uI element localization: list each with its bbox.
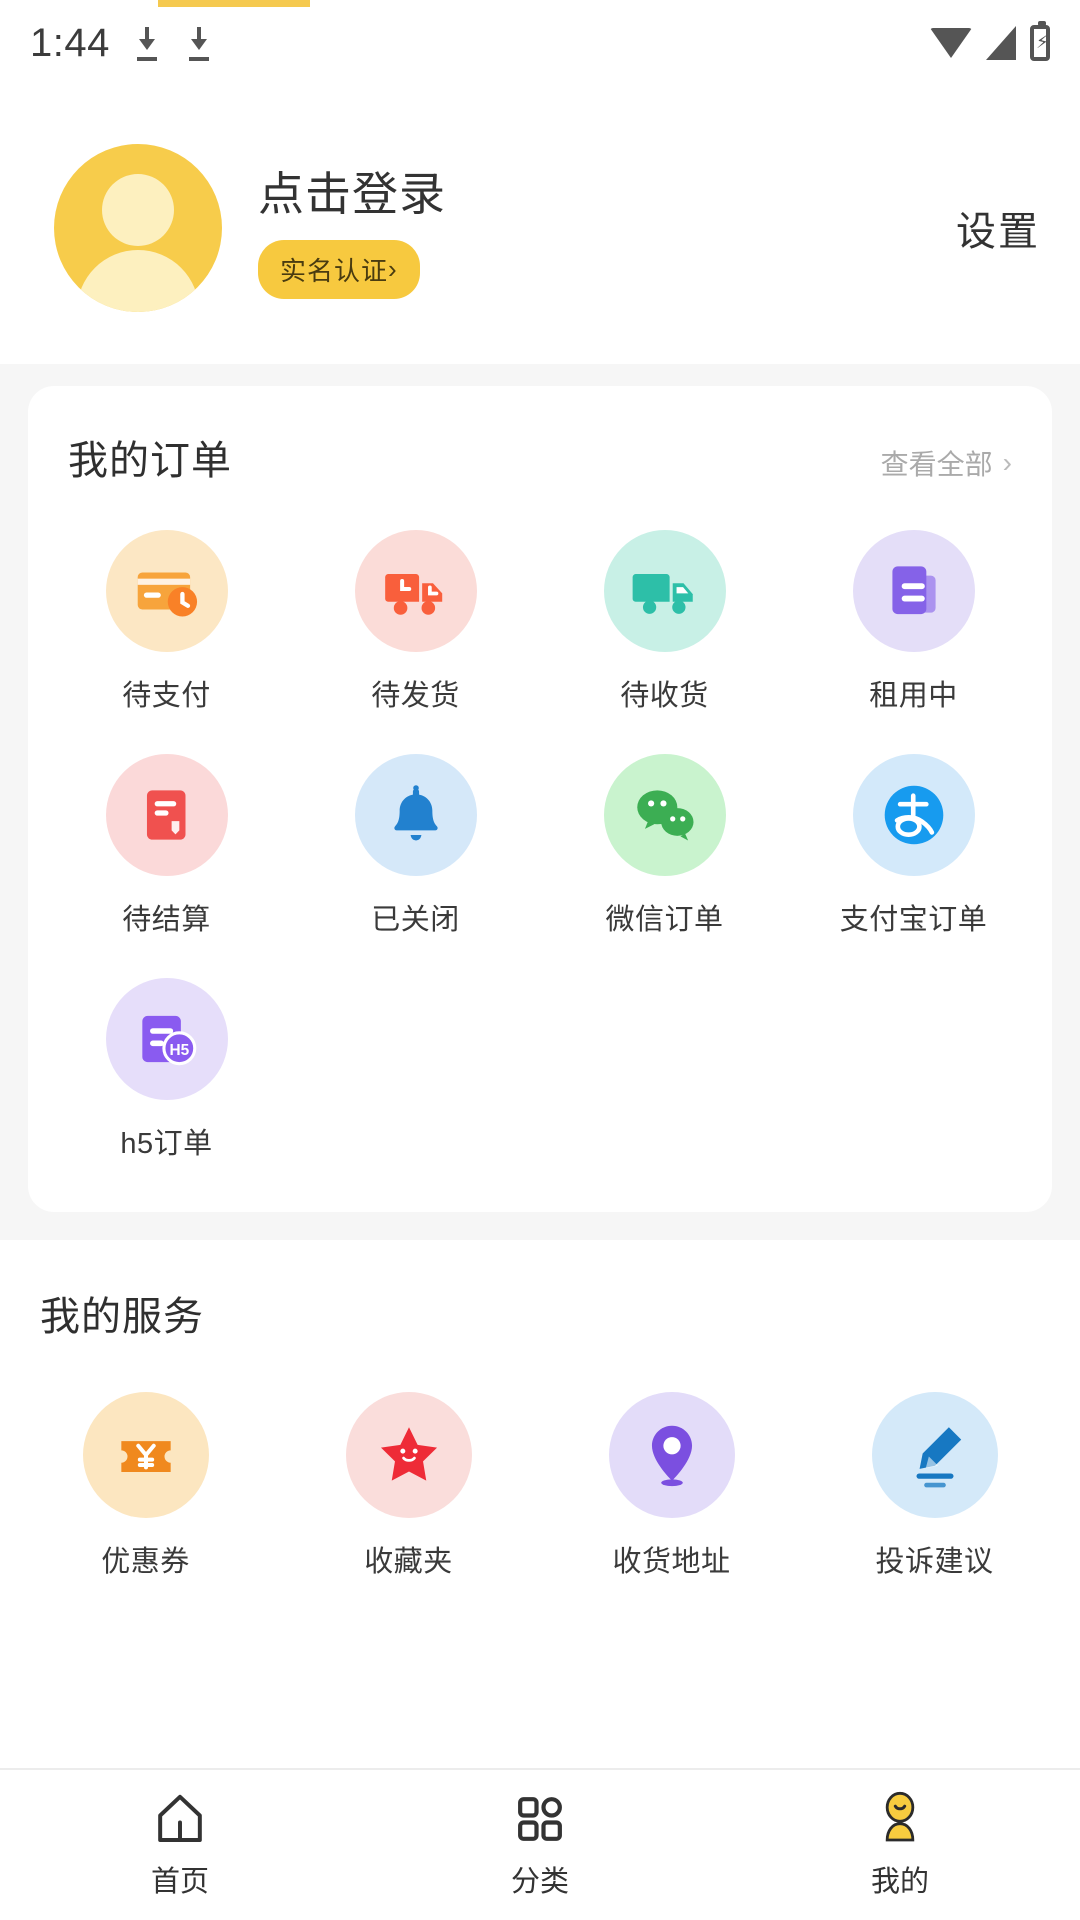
order-status-label: 待发货 bbox=[371, 680, 460, 712]
services-section: 我的服务 优惠券 收藏夹 收货地址 投诉建议 bbox=[0, 1240, 1080, 1616]
tab-label: 我的 bbox=[870, 1866, 929, 1898]
avatar-body-shape bbox=[77, 250, 199, 312]
order-status-item[interactable]: 待收货 bbox=[540, 514, 789, 724]
h5-document-icon: H5 bbox=[105, 978, 228, 1100]
service-item[interactable]: 收藏夹 bbox=[277, 1376, 540, 1590]
order-status-item[interactable]: 待结算 bbox=[42, 738, 291, 948]
document-lines-icon bbox=[852, 530, 975, 652]
order-status-label: 已关闭 bbox=[371, 904, 460, 936]
order-status-item[interactable]: 支付宝订单 bbox=[789, 738, 1038, 948]
service-label: 优惠券 bbox=[101, 1546, 190, 1578]
status-clock: 1:44 bbox=[30, 20, 110, 65]
orders-card-header: 我的订单 查看全部 › bbox=[28, 428, 1052, 486]
app-screen: 1:44 ⚡ 点击登录 实名认证 › 设置 我的订单 查看全部 › 待支付 待发… bbox=[0, 0, 1080, 1920]
home-icon bbox=[152, 1790, 208, 1848]
orders-title: 我的订单 bbox=[68, 439, 232, 483]
coupon-yen-icon bbox=[82, 1392, 209, 1518]
order-status-item[interactable]: 待发货 bbox=[291, 514, 540, 724]
chevron-right-icon: › bbox=[1002, 447, 1012, 478]
star-face-icon bbox=[345, 1392, 472, 1518]
status-bar-right: ⚡ bbox=[930, 21, 1050, 61]
order-status-item[interactable]: 租用中 bbox=[789, 514, 1038, 724]
order-status-item[interactable]: H5 h5订单 bbox=[42, 962, 291, 1172]
profile-header: 点击登录 实名认证 › 设置 bbox=[0, 86, 1080, 364]
orders-section: 我的订单 查看全部 › 待支付 待发货 待收货 租用中 待结算 已关闭 微信订单… bbox=[0, 364, 1080, 1240]
download-icon bbox=[184, 25, 214, 61]
wechat-icon bbox=[603, 754, 726, 876]
person-icon bbox=[872, 1790, 928, 1848]
pen-edit-icon bbox=[871, 1392, 998, 1518]
order-status-label: 待结算 bbox=[122, 904, 211, 936]
battery-charging-icon: ⚡ bbox=[1030, 21, 1050, 61]
order-status-item[interactable]: 已关闭 bbox=[291, 738, 540, 948]
alipay-icon bbox=[852, 754, 975, 876]
grid-icon bbox=[512, 1790, 568, 1848]
order-status-label: h5订单 bbox=[120, 1128, 213, 1160]
tab-home[interactable]: 首页 bbox=[0, 1790, 360, 1900]
service-item[interactable]: 收货地址 bbox=[540, 1376, 803, 1590]
invoice-icon bbox=[105, 754, 228, 876]
download-icon bbox=[132, 25, 162, 61]
wifi-icon bbox=[930, 28, 972, 58]
order-status-label: 租用中 bbox=[869, 680, 958, 712]
order-status-label: 支付宝订单 bbox=[839, 904, 988, 936]
truck-clock-icon bbox=[354, 530, 477, 652]
tab-label: 首页 bbox=[150, 1866, 209, 1898]
view-all-label: 查看全部 bbox=[880, 449, 993, 480]
orders-card: 我的订单 查看全部 › 待支付 待发货 待收货 租用中 待结算 已关闭 微信订单… bbox=[28, 386, 1052, 1212]
service-label: 收藏夹 bbox=[364, 1546, 453, 1578]
credit-card-clock-icon bbox=[105, 530, 228, 652]
service-item[interactable]: 投诉建议 bbox=[803, 1376, 1066, 1590]
verify-identity-badge[interactable]: 实名认证 › bbox=[258, 239, 420, 299]
chevron-right-icon: › bbox=[388, 253, 398, 284]
services-title: 我的服务 bbox=[40, 1295, 204, 1339]
verify-identity-label: 实名认证 bbox=[280, 255, 389, 286]
order-status-item[interactable]: 微信订单 bbox=[540, 738, 789, 948]
orders-grid: 待支付 待发货 待收货 租用中 待结算 已关闭 微信订单 支付宝订单 H5 h5… bbox=[28, 514, 1052, 1172]
view-all-orders-button[interactable]: 查看全部 › bbox=[881, 443, 1012, 483]
location-pin-icon bbox=[608, 1392, 735, 1518]
settings-button[interactable]: 设置 bbox=[956, 199, 1040, 257]
order-status-label: 微信订单 bbox=[605, 904, 724, 936]
avatar[interactable] bbox=[54, 144, 222, 312]
bell-icon bbox=[354, 754, 477, 876]
login-button[interactable]: 点击登录 bbox=[258, 158, 446, 224]
tab-person[interactable]: 我的 bbox=[720, 1790, 1080, 1900]
status-bar-left: 1:44 bbox=[30, 21, 214, 66]
service-label: 收货地址 bbox=[612, 1546, 731, 1578]
truck-icon bbox=[603, 530, 726, 652]
bottom-tab-bar: 首页 分类 我的 bbox=[0, 1768, 1080, 1920]
service-label: 投诉建议 bbox=[875, 1546, 994, 1578]
avatar-head-shape bbox=[102, 174, 174, 246]
services-grid: 优惠券 收藏夹 收货地址 投诉建议 bbox=[0, 1376, 1080, 1590]
status-bar: 1:44 ⚡ bbox=[0, 0, 1080, 86]
top-accent-bar bbox=[158, 0, 310, 7]
tab-label: 分类 bbox=[510, 1866, 569, 1898]
order-status-item[interactable]: 待支付 bbox=[42, 514, 291, 724]
tab-grid[interactable]: 分类 bbox=[360, 1790, 720, 1900]
service-item[interactable]: 优惠券 bbox=[14, 1376, 277, 1590]
order-status-label: 待收货 bbox=[620, 680, 709, 712]
signal-icon bbox=[986, 26, 1016, 60]
order-status-label: 待支付 bbox=[122, 680, 211, 712]
profile-text-block: 点击登录 实名认证 › bbox=[258, 158, 446, 299]
svg-text:H5: H5 bbox=[169, 1042, 189, 1059]
